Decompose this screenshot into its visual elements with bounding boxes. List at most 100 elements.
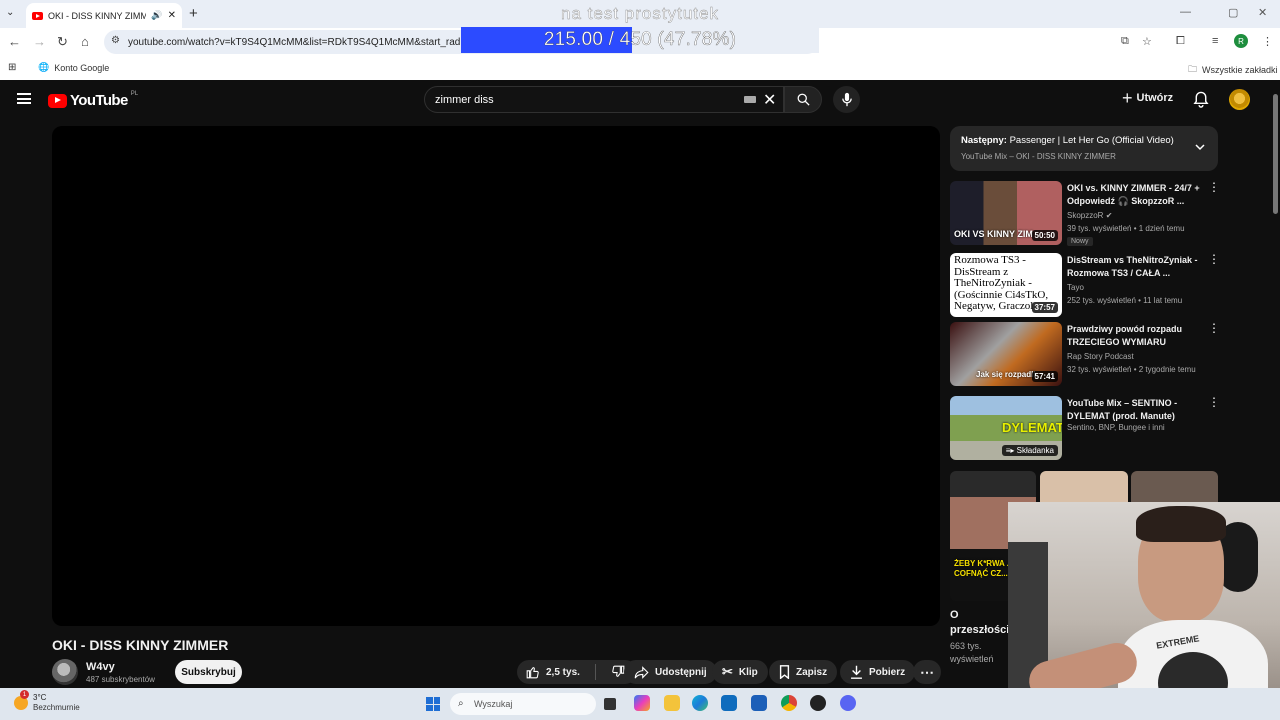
- streamer-hair: [1136, 506, 1226, 542]
- scrollbar-thumb[interactable]: [1273, 94, 1278, 214]
- more-vertical-icon[interactable]: ⋮: [1208, 181, 1220, 193]
- edge-icon[interactable]: [692, 695, 708, 711]
- share-button[interactable]: Udostępnij: [624, 660, 717, 684]
- tab-search-icon[interactable]: ⌄: [6, 7, 14, 18]
- home-button[interactable]: ⌂: [81, 34, 89, 49]
- globe-icon: 🌐: [38, 62, 50, 72]
- new-tab-button[interactable]: +: [189, 5, 198, 22]
- more-vertical-icon[interactable]: ⋮: [1208, 322, 1220, 334]
- reading-list-icon[interactable]: ≡: [1212, 35, 1218, 47]
- thumbnail-caption: DYLEMAT: [1002, 420, 1062, 435]
- youtube-play-icon: [48, 93, 67, 108]
- minimize-button[interactable]: —: [1180, 6, 1191, 18]
- tab-active[interactable]: OKI - DISS KINNY ZIMMER 🔊 ✕: [26, 3, 182, 28]
- speaker-icon[interactable]: 🔊: [151, 10, 162, 21]
- forward-button[interactable]: →: [33, 34, 46, 49]
- bookmark-google-account[interactable]: 🌐 Konto Google: [38, 62, 109, 73]
- site-info-icon[interactable]: ⚙: [111, 35, 120, 46]
- maximize-button[interactable]: ▢: [1228, 6, 1238, 19]
- recommendation-meta: 252 tys. wyświetleń • 11 lat temu: [1067, 296, 1183, 305]
- mix-label: Składanka: [1016, 446, 1054, 455]
- discord-icon[interactable]: [840, 695, 856, 711]
- profile-avatar[interactable]: R: [1234, 34, 1248, 48]
- hamburger-menu-icon[interactable]: [17, 93, 31, 104]
- recommendation-title: OKI vs. KINNY ZIMMER - 24/7 + Odpowiedź …: [1067, 183, 1200, 206]
- more-vertical-icon[interactable]: ⋮: [1208, 253, 1220, 265]
- task-view-icon[interactable]: [604, 698, 616, 710]
- recommendation-item[interactable]: Jak się rozpadli 57:41 Prawdziwy powód r…: [950, 322, 1220, 386]
- create-button[interactable]: + Utwórz: [1122, 89, 1174, 107]
- thumbnail-caption: Jak się rozpadli: [976, 370, 1036, 379]
- more-vertical-icon[interactable]: ⋮: [1208, 396, 1220, 408]
- obs-icon[interactable]: [810, 695, 826, 711]
- short-thumbnail[interactable]: [1040, 471, 1128, 505]
- create-label: Utwórz: [1136, 92, 1174, 104]
- recommendation-channel: Sentino, BNP, Bungee i inni: [1067, 423, 1165, 432]
- taskbar-search-input[interactable]: ⌕ Wyszukaj: [450, 693, 596, 715]
- voice-search-button[interactable]: [833, 86, 860, 113]
- video-player[interactable]: [52, 126, 940, 626]
- video-thumbnail[interactable]: Rozmowa TS3 - DisStream z TheNitroZyniak…: [950, 253, 1062, 317]
- recommendation-meta: 32 tys. wyświetleń • 2 tygodnie temu: [1067, 365, 1196, 374]
- all-bookmarks-label: Wszystkie zakładki: [1202, 65, 1278, 75]
- weather-widget[interactable]: 1 3°C Bezchmurnie: [14, 690, 80, 713]
- back-button[interactable]: ←: [8, 34, 21, 49]
- chrome-menu-icon[interactable]: ⋮: [1262, 35, 1273, 48]
- save-button[interactable]: Zapisz: [769, 660, 838, 684]
- clear-search-icon[interactable]: ✕: [763, 90, 776, 110]
- reload-button[interactable]: ↻: [57, 34, 68, 50]
- recommendation-item[interactable]: OKI VS KINNY ZIM 50:50 OKI vs. KINNY ZIM…: [950, 181, 1220, 246]
- up-next-panel[interactable]: Następny: Passenger | Let Her Go (Offici…: [950, 126, 1218, 171]
- like-dislike-group: 2,5 tys.: [517, 660, 637, 684]
- search-button[interactable]: [784, 86, 822, 113]
- channel-avatar[interactable]: [52, 659, 78, 685]
- video-thumbnail[interactable]: OKI VS KINNY ZIM 50:50: [950, 181, 1062, 245]
- close-window-button[interactable]: ✕: [1258, 6, 1267, 19]
- like-button[interactable]: 2,5 tys.: [517, 660, 589, 684]
- recommendation-channel: Tayo: [1067, 283, 1084, 292]
- keyboard-icon[interactable]: [744, 96, 756, 103]
- recommendation-item[interactable]: Rozmowa TS3 - DisStream z TheNitroZyniak…: [950, 253, 1220, 317]
- account-avatar[interactable]: [1229, 89, 1250, 110]
- download-button[interactable]: Pobierz: [840, 660, 916, 684]
- save-label: Zapisz: [796, 666, 828, 678]
- region-code: PL: [130, 90, 139, 97]
- search-icon: [797, 93, 810, 106]
- weather-condition: Bezchmurnie: [33, 703, 80, 712]
- video-thumbnail[interactable]: DYLEMAT ≡▸ Składanka: [950, 396, 1062, 460]
- windows-start-icon[interactable]: [426, 697, 440, 711]
- file-explorer-icon[interactable]: [664, 695, 680, 711]
- recommendation-item[interactable]: DYLEMAT ≡▸ Składanka YouTube Mix – SENTI…: [950, 396, 1220, 460]
- bookmark-star-icon[interactable]: ☆: [1142, 35, 1152, 48]
- copilot-icon[interactable]: [634, 695, 650, 711]
- short-thumbnail[interactable]: [1131, 471, 1218, 505]
- chrome-icon[interactable]: [781, 695, 797, 711]
- video-thumbnail[interactable]: Jak się rozpadli 57:41: [950, 322, 1062, 386]
- extensions-icon[interactable]: ⧠: [1176, 35, 1185, 48]
- youtube-logo[interactable]: YouTube PL: [48, 90, 139, 109]
- chevron-down-icon[interactable]: [1194, 141, 1206, 153]
- store-icon[interactable]: [751, 695, 767, 711]
- subscribe-button[interactable]: Subskrybuj: [175, 660, 242, 684]
- temperature: 3°C: [33, 693, 47, 702]
- logo-text: YouTube: [70, 92, 128, 109]
- clip-button[interactable]: ✂ Klip: [712, 660, 768, 684]
- up-next-playlist: YouTube Mix – OKI - DISS KINNY ZIMMER: [961, 152, 1116, 161]
- duration-badge: 57:41: [1031, 371, 1058, 382]
- search-input[interactable]: zimmer diss: [424, 86, 784, 113]
- outlook-icon[interactable]: [721, 695, 737, 711]
- install-app-icon[interactable]: ⧉: [1121, 35, 1129, 48]
- apps-grid-icon[interactable]: ⊞: [8, 62, 16, 73]
- all-bookmarks[interactable]: 🗀 Wszystkie zakładki: [1188, 62, 1278, 78]
- mix-badge: ≡▸ Składanka: [1001, 445, 1058, 456]
- more-horizontal-icon: ⋯: [920, 663, 934, 680]
- more-actions-button[interactable]: ⋯: [913, 660, 941, 684]
- scissors-icon: ✂: [722, 664, 733, 679]
- tab-title: OKI - DISS KINNY ZIMMER: [48, 10, 147, 21]
- tab-close-icon[interactable]: ✕: [168, 10, 176, 21]
- overlay-caption: na test prostytutek: [561, 4, 719, 23]
- notifications-bell-icon[interactable]: [1193, 91, 1209, 108]
- recommendation-channel: SkopzzoR ✔: [1067, 211, 1112, 220]
- channel-name[interactable]: W4vy: [86, 661, 115, 673]
- search-icon: ⌕: [458, 698, 464, 709]
